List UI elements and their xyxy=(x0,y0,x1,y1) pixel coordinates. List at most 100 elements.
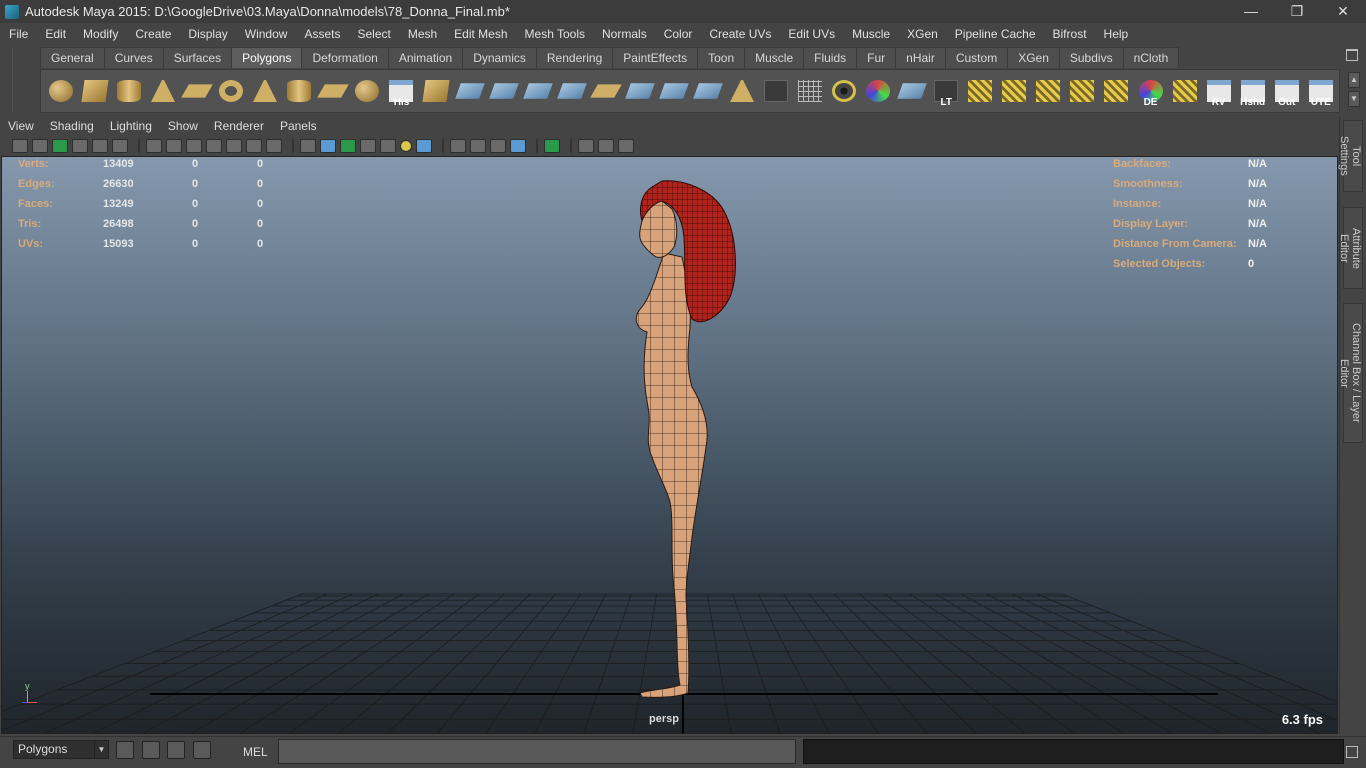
2d-pan-zoom-icon[interactable] xyxy=(92,138,108,153)
poly-pyramid-icon[interactable] xyxy=(249,75,281,108)
shelf-handle[interactable] xyxy=(12,48,36,112)
grid-toggle-icon[interactable] xyxy=(146,138,162,153)
shelf-tab-deformation[interactable]: Deformation xyxy=(301,47,389,68)
menu-item-normals[interactable]: Normals xyxy=(593,27,655,41)
panel-menu-panels[interactable]: Panels xyxy=(272,119,325,133)
select-camera-icon[interactable] xyxy=(12,138,28,153)
menu-item-mesh-tools[interactable]: Mesh Tools xyxy=(516,27,593,41)
camera-attributes-icon[interactable] xyxy=(32,138,48,153)
wireframe-on-shaded-icon[interactable] xyxy=(340,138,356,153)
menu-item-edit-uvs[interactable]: Edit UVs xyxy=(779,27,843,41)
close-button[interactable]: ✕ xyxy=(1320,0,1366,23)
shelf-tab-muscle[interactable]: Muscle xyxy=(744,47,805,68)
script-editor-icon[interactable] xyxy=(1346,746,1358,758)
depth-of-field-icon[interactable] xyxy=(510,138,526,153)
poly-torus-icon[interactable] xyxy=(215,75,247,108)
channel-box-tab[interactable]: Channel Box / Layer Editor xyxy=(1338,303,1363,443)
image-plane-icon[interactable] xyxy=(72,138,88,153)
resolution-gate-icon[interactable] xyxy=(186,138,202,153)
shelf-tab-curves[interactable]: Curves xyxy=(103,47,164,68)
hypershade-icon[interactable] xyxy=(193,741,211,759)
shelf-tab-surfaces[interactable]: Surfaces xyxy=(162,47,233,68)
menu-item-edit[interactable]: Edit xyxy=(36,27,74,41)
poly-helix-icon[interactable] xyxy=(317,75,350,108)
film-gate-icon[interactable] xyxy=(166,138,182,153)
poly-pipe-icon[interactable] xyxy=(283,75,315,108)
shelf-tab-fluids[interactable]: Fluids xyxy=(803,47,858,68)
isolate-select-icon[interactable] xyxy=(544,138,560,153)
uv-5-icon[interactable] xyxy=(1100,75,1132,108)
uv-3-icon[interactable] xyxy=(1032,75,1064,108)
attribute-editor-tab[interactable]: Attribute Editor xyxy=(1338,207,1363,289)
merge-icon[interactable] xyxy=(589,75,622,108)
panel-menu-show[interactable]: Show xyxy=(160,119,206,133)
wire-cube-icon[interactable] xyxy=(794,75,826,108)
menu-item-select[interactable]: Select xyxy=(348,27,398,41)
lt-icon[interactable]: LT xyxy=(930,75,962,108)
shelf-tab-painteffects[interactable]: PaintEffects xyxy=(612,47,699,68)
menu-item-window[interactable]: Window xyxy=(236,27,296,41)
shelf-tab-ncloth[interactable]: nCloth xyxy=(1122,47,1180,68)
render-cube-icon[interactable] xyxy=(896,75,928,108)
safe-title-icon[interactable] xyxy=(266,138,282,153)
minimize-button[interactable]: — xyxy=(1228,0,1274,23)
snap-icon[interactable] xyxy=(116,741,134,759)
uv-2-icon[interactable] xyxy=(998,75,1030,108)
menu-item-modify[interactable]: Modify xyxy=(74,27,126,41)
render-view-icon[interactable] xyxy=(142,741,160,759)
bookmark-icon[interactable] xyxy=(52,138,68,153)
shelf-tab-nhair[interactable]: nHair xyxy=(895,47,946,68)
panel-menu-lighting[interactable]: Lighting xyxy=(102,119,160,133)
paint-icon[interactable] xyxy=(760,75,792,108)
poly-cube-icon[interactable] xyxy=(79,75,111,108)
textured-icon[interactable] xyxy=(380,138,396,153)
hud-toggle-icon[interactable] xyxy=(618,138,634,153)
menu-item-bifrost[interactable]: Bifrost xyxy=(1044,27,1095,41)
split-icon[interactable] xyxy=(556,75,588,108)
shelf-tab-subdivs[interactable]: Subdivs xyxy=(1058,47,1124,68)
sculpt-icon[interactable] xyxy=(726,75,758,108)
poly-sphere-icon[interactable] xyxy=(45,75,77,108)
shelf-scroll-up-icon[interactable]: ▲ xyxy=(1348,72,1360,88)
append-icon[interactable] xyxy=(522,75,554,108)
menu-item-edit-mesh[interactable]: Edit Mesh xyxy=(445,27,515,41)
menu-item-display[interactable]: Display xyxy=(179,27,235,41)
multisample-icon[interactable] xyxy=(490,138,506,153)
field-chart-icon[interactable] xyxy=(226,138,242,153)
smooth-shade-icon[interactable] xyxy=(320,138,336,153)
shelf-tab-animation[interactable]: Animation xyxy=(387,47,464,68)
xray-joints-icon[interactable] xyxy=(578,138,594,153)
bridge-icon[interactable] xyxy=(488,75,520,108)
menu-item-file[interactable]: File xyxy=(0,27,36,41)
motion-blur-icon[interactable] xyxy=(470,138,486,153)
shelf-tab-xgen[interactable]: XGen xyxy=(1007,47,1060,68)
xray-active-icon[interactable] xyxy=(598,138,614,153)
out-icon[interactable]: Out xyxy=(1271,75,1303,108)
restore-button[interactable]: ❐ xyxy=(1274,0,1320,23)
gate-mask-icon[interactable] xyxy=(206,138,222,153)
menu-item-xgen[interactable]: XGen xyxy=(898,27,946,41)
shelf-tab-polygons[interactable]: Polygons xyxy=(231,47,303,68)
shelf-tab-toon[interactable]: Toon xyxy=(697,47,746,68)
poly-soccer-icon[interactable] xyxy=(351,75,383,108)
extrude-icon[interactable] xyxy=(420,75,452,108)
menu-set-select[interactable]: Polygons ▼ xyxy=(13,740,109,759)
mel-label[interactable]: MEL xyxy=(243,745,268,759)
menu-item-color[interactable]: Color xyxy=(655,27,701,41)
menu-item-help[interactable]: Help xyxy=(1095,27,1137,41)
uv-4-icon[interactable] xyxy=(1066,75,1098,108)
menu-item-assets[interactable]: Assets xyxy=(295,27,348,41)
transform-icon[interactable] xyxy=(862,75,894,108)
hshd-icon[interactable]: Hshd xyxy=(1237,75,1269,108)
rv-icon[interactable]: RV xyxy=(1203,75,1235,108)
panel-menu-shading[interactable]: Shading xyxy=(42,119,102,133)
shelf-tab-general[interactable]: General xyxy=(40,47,105,68)
screen-space-ao-icon[interactable] xyxy=(450,138,466,153)
ute-icon[interactable]: UTE xyxy=(1305,75,1337,108)
wireframe-icon[interactable] xyxy=(300,138,316,153)
xray-icon[interactable] xyxy=(360,138,376,153)
safe-action-icon[interactable] xyxy=(246,138,262,153)
chevron-down-icon[interactable]: ▼ xyxy=(94,741,108,758)
menu-item-mesh[interactable]: Mesh xyxy=(399,27,445,41)
command-input[interactable] xyxy=(278,739,796,764)
